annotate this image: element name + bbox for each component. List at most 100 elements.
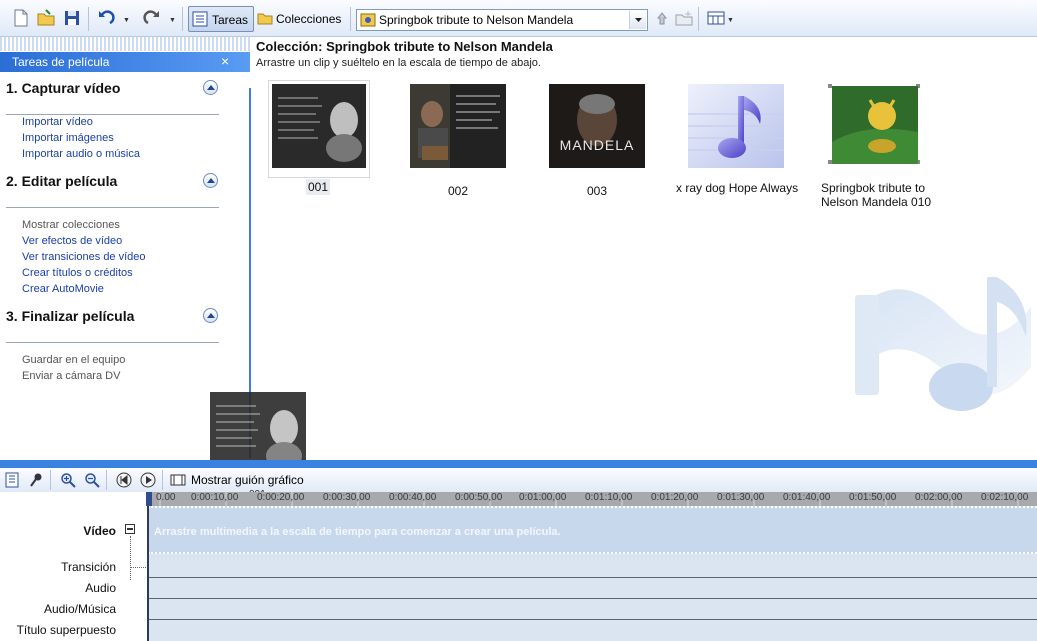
clip-label: Springbok tribute to Nelson Mandela 010 [821, 181, 932, 209]
toolbar-separator [50, 470, 51, 490]
ruler-tick-label: 0:01:40,00 [783, 492, 831, 503]
tree-line [130, 536, 131, 580]
main-toolbar: ▼ ▼ Tareas Colecciones Springbok tribute… [0, 0, 1037, 37]
save-icon[interactable] [62, 8, 82, 28]
storyboard-divider[interactable] [0, 460, 1037, 468]
toolbar-separator [88, 7, 89, 31]
svg-text:MANDELA: MANDELA [560, 137, 635, 153]
redo-dropdown-icon[interactable]: ▼ [169, 17, 176, 24]
section-divider [6, 342, 219, 343]
task-send-dv: Enviar a cámara DV [22, 370, 121, 382]
clip-item[interactable]: Springbok tribute to Nelson Mandela 010 [821, 82, 956, 210]
new-project-icon[interactable] [10, 8, 30, 28]
collection-title: Colección: Springbok tribute to Nelson M… [256, 39, 553, 54]
toolbar-separator [162, 470, 163, 490]
toolbar-separator [350, 7, 351, 31]
ruler-tick-label: 0:00:40,00 [389, 492, 437, 503]
new-folder-icon[interactable] [674, 8, 694, 28]
collapse-capture-icon[interactable] [203, 80, 218, 95]
folder-icon [257, 13, 273, 25]
ruler-tick-label: 0:01:50,00 [849, 492, 897, 503]
toolbar-separator [182, 7, 183, 31]
task-create-automovie[interactable]: Crear AutoMovie [22, 283, 104, 295]
section-divider [6, 207, 219, 208]
clip-label: x ray dog Hope Always [676, 181, 799, 195]
zoom-in-icon[interactable] [60, 472, 76, 488]
toolbar-separator [698, 7, 699, 31]
track-label-video: Vídeo [83, 524, 116, 538]
collections-button-label: Colecciones [276, 12, 342, 26]
up-level-icon[interactable] [652, 8, 672, 28]
narrate-microphone-icon[interactable] [28, 472, 44, 488]
playback-indicator[interactable] [147, 492, 149, 641]
track-label-title-overlay: Título superpuesto [16, 623, 116, 637]
ruler-tick-label: 0:01:30,00 [717, 492, 765, 503]
clip-item[interactable]: MANDELA 003 [549, 84, 679, 210]
clip-label: 002 [447, 184, 469, 198]
section-title-finish: 3. Finalizar película [6, 308, 135, 324]
clip-item[interactable]: 002 [410, 84, 540, 210]
track-label-audio: Audio [85, 581, 116, 595]
timeline-toolbar: Mostrar guión gráfico [0, 468, 1037, 492]
collections-button[interactable]: Colecciones [255, 6, 347, 32]
ruler-tick-label: 0:01:00,00 [519, 492, 567, 503]
sidebar-header-title: Tareas de película [12, 55, 110, 69]
task-import-images[interactable]: Importar imágenes [22, 132, 114, 144]
collection-select-value: Springbok tribute to Nelson Mandela [379, 13, 574, 27]
clip-item[interactable]: x ray dog Hope Always [676, 84, 818, 210]
chevron-down-icon[interactable] [629, 11, 646, 29]
timeline-track-labels: Vídeo Transición Audio Audio/Música Títu… [0, 506, 148, 641]
redo-icon[interactable] [142, 8, 162, 28]
sidebar-header-pattern [0, 37, 250, 51]
task-create-titles[interactable]: Crear títulos o créditos [22, 267, 133, 279]
clip-thumbnail-springbok-flag [826, 82, 924, 168]
task-import-video[interactable]: Importar vídeo [22, 116, 93, 128]
playhead-handle[interactable] [146, 492, 152, 506]
close-icon[interactable]: × [221, 53, 229, 69]
filmstrip-icon [170, 474, 186, 486]
collection-icon [360, 13, 376, 27]
collapse-video-track-icon[interactable] [125, 524, 135, 534]
ruler-tick-label: 0.00 [156, 492, 176, 503]
task-view-effects[interactable]: Ver efectos de vídeo [22, 235, 122, 247]
collapse-finish-icon[interactable] [203, 308, 218, 323]
tree-line [130, 567, 148, 568]
undo-icon[interactable] [96, 8, 116, 28]
collection-subtitle: Arrastre un clip y suéltelo en la escala… [256, 57, 541, 69]
ruler-tick-label: 0:02:00,00 [915, 492, 963, 503]
zoom-out-icon[interactable] [84, 472, 100, 488]
collapse-edit-icon[interactable] [203, 173, 218, 188]
play-icon[interactable] [140, 472, 156, 488]
track-label-transition: Transición [61, 560, 116, 574]
views-icon[interactable] [706, 8, 726, 28]
task-show-collections: Mostrar colecciones [22, 219, 120, 231]
task-save-computer: Guardar en el equipo [22, 354, 126, 366]
task-view-transitions[interactable]: Ver transiciones de vídeo [22, 251, 146, 263]
views-dropdown-icon[interactable]: ▼ [727, 17, 734, 24]
ruler-tick-label: 0:00:30,00 [323, 492, 371, 503]
task-import-audio[interactable]: Importar audio o música [22, 148, 140, 160]
track-label-audio-music: Audio/Música [43, 602, 116, 616]
undo-dropdown-icon[interactable]: ▼ [123, 17, 130, 24]
ruler-tick-label: 0:00:20,00 [257, 492, 305, 503]
rewind-icon[interactable] [116, 472, 132, 488]
sidebar-header: Tareas de película × [0, 52, 250, 72]
clip-thumbnail-mandela-speech [410, 84, 506, 168]
ruler-tick-label: 0:00:10,00 [191, 492, 239, 503]
audio-music-track[interactable] [148, 599, 1037, 620]
transition-track[interactable] [148, 554, 1037, 578]
tasks-button[interactable]: Tareas [188, 6, 254, 32]
collection-select[interactable]: Springbok tribute to Nelson Mandela [356, 9, 648, 31]
tasks-icon [192, 11, 208, 27]
timeline-ruler[interactable]: 0.00 0:00:10,00 0:00:20,00 0:00:30,00 0:… [148, 492, 1037, 506]
title-overlay-track[interactable] [148, 620, 1037, 641]
audio-track[interactable] [148, 578, 1037, 599]
clip-item[interactable]: 001 [268, 80, 398, 210]
video-track-hint: Arrastre multimedia a la escala de tiemp… [154, 526, 561, 538]
toolbar-separator [106, 470, 107, 490]
show-storyboard-label: Mostrar guión gráfico [191, 473, 304, 487]
clip-thumbnail-mandela-portrait: MANDELA [549, 84, 645, 168]
audio-note-icon [688, 84, 784, 168]
open-folder-icon[interactable] [36, 8, 56, 28]
storyboard-view-icon[interactable] [4, 472, 20, 488]
